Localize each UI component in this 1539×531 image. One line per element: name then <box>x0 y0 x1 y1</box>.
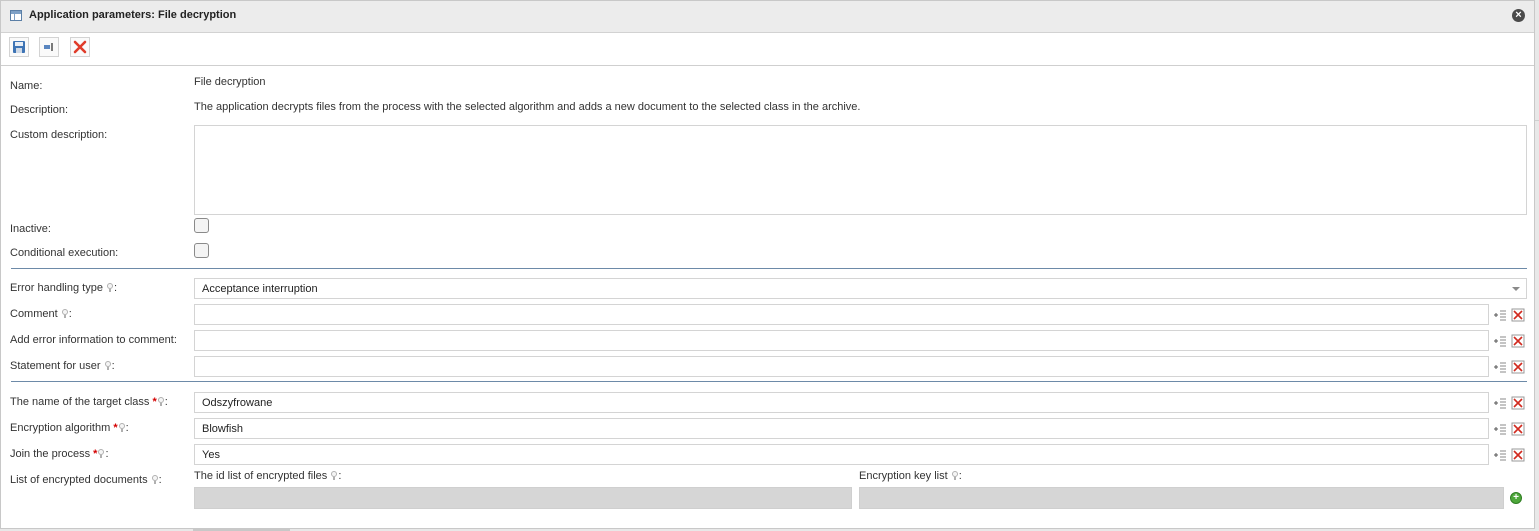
hint-icon[interactable] <box>157 397 164 406</box>
colon: : <box>164 396 168 408</box>
id-list-header-text: The id list of encrypted files <box>194 470 328 482</box>
insert-variable-icon[interactable] <box>1493 396 1507 410</box>
description-label: Description: <box>10 104 69 116</box>
join-process-label: Join the process *: <box>10 448 109 460</box>
delete-icon <box>73 40 87 54</box>
error-handling-label: Error handling type : <box>10 282 117 294</box>
title-bar: Application parameters: File decryption … <box>1 1 1534 33</box>
clear-field-icon[interactable] <box>1511 396 1525 410</box>
required-mark: * <box>152 396 157 408</box>
key-list-header: Encryption key list : <box>859 470 962 482</box>
add-row-button[interactable]: + <box>1510 492 1522 504</box>
colon: : <box>158 474 162 486</box>
custom-description-input[interactable] <box>194 125 1527 215</box>
comment-label: Comment : <box>10 308 72 320</box>
name-value: File decryption <box>194 76 266 88</box>
close-icon[interactable]: × <box>1512 9 1525 22</box>
algorithm-input[interactable]: Blowfish <box>194 418 1489 439</box>
app-parameters-window: Application parameters: File decryption … <box>0 0 1535 529</box>
error-handling-value: Acceptance interruption <box>202 283 318 295</box>
key-list-header-text: Encryption key list <box>859 470 948 482</box>
key-list-field[interactable] <box>859 487 1504 509</box>
save-button[interactable] <box>9 37 29 57</box>
hint-icon[interactable] <box>151 475 158 484</box>
custom-description-label: Custom description: <box>10 129 108 141</box>
algorithm-actions <box>1493 422 1527 436</box>
statement-actions <box>1493 360 1527 374</box>
chevron-down-icon <box>1512 287 1520 291</box>
comment-label-text: Comment <box>10 308 58 320</box>
colon: : <box>105 448 109 460</box>
target-class-label-text: The name of the target class <box>10 396 150 408</box>
add-error-input[interactable] <box>194 330 1489 351</box>
inactive-label: Inactive: <box>10 223 51 235</box>
insert-variable-icon[interactable] <box>1493 334 1507 348</box>
statement-label: Statement for user : <box>10 360 115 372</box>
description-value: The application decrypts files from the … <box>194 101 861 113</box>
toolbar <box>1 33 1534 66</box>
hint-icon[interactable] <box>61 309 68 318</box>
clear-field-icon[interactable] <box>1511 422 1525 436</box>
hint-icon[interactable] <box>951 471 958 480</box>
statement-input[interactable] <box>194 356 1489 377</box>
comment-actions <box>1493 308 1527 322</box>
comment-input[interactable] <box>194 304 1489 325</box>
required-mark: * <box>113 422 118 434</box>
target-class-label: The name of the target class *: <box>10 396 168 408</box>
hint-icon[interactable] <box>107 283 114 292</box>
colon: : <box>338 470 342 482</box>
required-mark: * <box>93 448 98 460</box>
insert-variable-icon[interactable] <box>1493 422 1507 436</box>
error-handling-label-text: Error handling type <box>10 282 103 294</box>
statement-label-text: Statement for user <box>10 360 101 372</box>
target-class-input[interactable]: Odszyfrowane <box>194 392 1489 413</box>
join-process-actions <box>1493 448 1527 462</box>
clear-field-icon[interactable] <box>1511 448 1525 462</box>
name-label: Name: <box>10 80 43 92</box>
id-list-field[interactable] <box>194 487 852 509</box>
colon: : <box>111 360 115 372</box>
insert-variable-icon[interactable] <box>1493 360 1507 374</box>
save-icon <box>13 41 25 53</box>
algorithm-label: Encryption algorithm *: <box>10 422 129 434</box>
encrypted-docs-label-text: List of encrypted documents <box>10 474 148 486</box>
section-separator <box>11 268 1527 269</box>
side-divider <box>1535 120 1539 121</box>
conditional-execution-label: Conditional execution: <box>10 247 119 259</box>
hint-icon[interactable] <box>331 471 338 480</box>
conditional-execution-checkbox[interactable] <box>194 243 209 258</box>
hint-icon[interactable] <box>104 361 111 370</box>
add-error-actions <box>1493 334 1527 348</box>
clear-field-icon[interactable] <box>1511 308 1525 322</box>
inactive-checkbox[interactable] <box>194 218 209 233</box>
id-list-header: The id list of encrypted files : <box>194 470 341 482</box>
insert-variable-icon[interactable] <box>1493 448 1507 462</box>
colon: : <box>68 308 72 320</box>
join-process-input[interactable]: Yes <box>194 444 1489 465</box>
colon: : <box>125 422 129 434</box>
clear-field-icon[interactable] <box>1511 360 1525 374</box>
colon: : <box>114 282 118 294</box>
clear-field-icon[interactable] <box>1511 334 1525 348</box>
window-icon <box>10 10 22 21</box>
add-error-label: Add error information to comment: <box>10 334 177 346</box>
exit-button[interactable] <box>39 37 59 57</box>
join-process-label-text: Join the process <box>10 448 91 460</box>
error-handling-select[interactable]: Acceptance interruption <box>194 278 1527 299</box>
hint-icon[interactable] <box>118 423 125 432</box>
delete-button[interactable] <box>70 37 90 57</box>
hint-icon[interactable] <box>98 449 105 458</box>
exit-icon <box>44 43 53 51</box>
algorithm-label-text: Encryption algorithm <box>10 422 111 434</box>
window-title: Application parameters: File decryption <box>29 9 237 21</box>
insert-variable-icon[interactable] <box>1493 308 1507 322</box>
section-separator <box>11 381 1527 382</box>
target-class-actions <box>1493 396 1527 410</box>
encrypted-docs-label: List of encrypted documents : <box>10 474 162 486</box>
colon: : <box>958 470 962 482</box>
